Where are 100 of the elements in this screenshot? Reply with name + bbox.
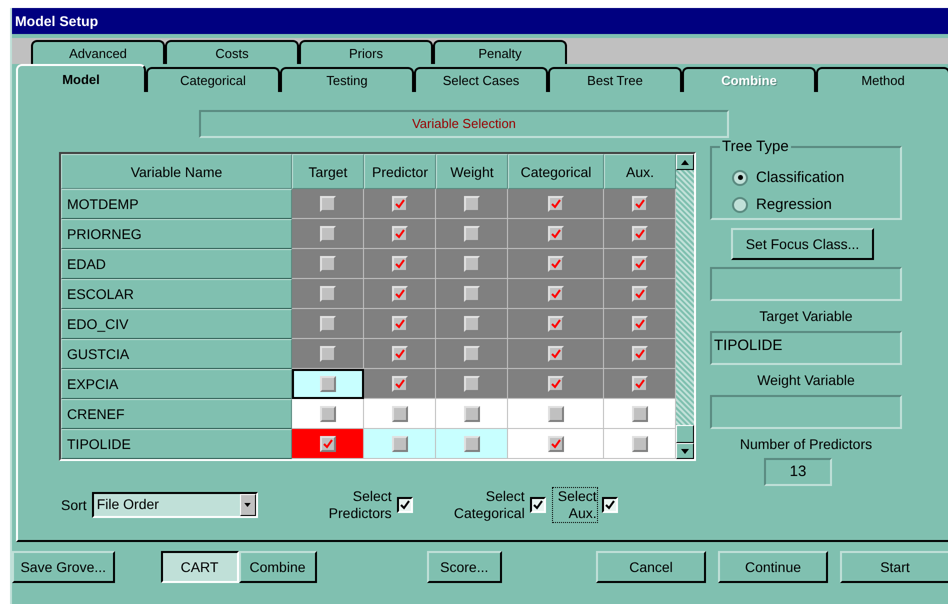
table-cell[interactable] xyxy=(436,339,508,369)
scroll-down-button[interactable] xyxy=(676,443,694,459)
table-cell[interactable] xyxy=(436,219,508,249)
field-label: Number of Predictors xyxy=(738,436,874,452)
table-cell[interactable] xyxy=(508,429,604,459)
table-cell[interactable] xyxy=(508,399,604,429)
table-cell[interactable] xyxy=(292,339,364,369)
table-cell[interactable] xyxy=(436,429,508,459)
table-cell[interactable] xyxy=(508,369,604,399)
table-cell[interactable] xyxy=(364,219,436,249)
action-button[interactable]: Continue xyxy=(718,551,828,583)
table-cell[interactable] xyxy=(604,339,676,369)
checkbox-label[interactable]: Select Aux. xyxy=(552,488,597,522)
mode-button[interactable]: Combine xyxy=(238,551,317,583)
table-cell[interactable] xyxy=(508,279,604,309)
input-field[interactable] xyxy=(710,267,902,301)
checkbox-label[interactable]: Select Predictors xyxy=(306,488,392,522)
table-cell[interactable] xyxy=(292,429,364,459)
table-cell[interactable] xyxy=(436,249,508,279)
tab[interactable]: Priors xyxy=(299,40,433,64)
column-header: Predictor xyxy=(364,154,436,189)
table-cell[interactable] xyxy=(604,399,676,429)
triangle-up-icon xyxy=(681,160,689,164)
table-cell[interactable] xyxy=(292,249,364,279)
table-cell: MOTDEMP xyxy=(61,189,292,219)
table-cell[interactable] xyxy=(292,219,364,249)
scroll-thumb[interactable] xyxy=(676,425,694,443)
table-cell[interactable] xyxy=(604,189,676,219)
checkbox[interactable] xyxy=(530,497,546,513)
field-label: Target Variable xyxy=(758,308,854,324)
scroll-up-button[interactable] xyxy=(676,154,694,170)
table-cell[interactable] xyxy=(604,369,676,399)
column-header: Weight xyxy=(436,154,508,189)
checkbox[interactable] xyxy=(396,497,413,513)
table-cell: TIPOLIDE xyxy=(61,429,292,459)
save-grove-button[interactable]: Save Grove... xyxy=(12,551,115,583)
tab[interactable]: Model xyxy=(16,64,146,92)
triangle-down-icon xyxy=(681,448,689,454)
tab[interactable]: Best Tree xyxy=(548,67,682,92)
set-focus-class-button[interactable]: Set Focus Class... xyxy=(731,228,874,260)
table-cell[interactable] xyxy=(604,249,676,279)
table-cell[interactable] xyxy=(604,219,676,249)
radio-button[interactable] xyxy=(732,170,748,186)
table-cell[interactable] xyxy=(508,309,604,339)
checkbox[interactable] xyxy=(602,497,618,513)
tab[interactable]: Select Cases xyxy=(414,67,548,92)
table-cell[interactable] xyxy=(604,309,676,339)
section-title: Variable Selection xyxy=(199,110,729,138)
table-cell: CRENEF xyxy=(61,399,292,429)
mode-button[interactable]: CART xyxy=(160,551,239,583)
table-cell[interactable] xyxy=(292,399,364,429)
input-field[interactable]: TIPOLIDE xyxy=(710,331,902,365)
radio-label[interactable]: Classification xyxy=(756,169,844,186)
sort-dropdown[interactable]: File Order xyxy=(92,492,258,518)
tab[interactable]: Costs xyxy=(165,40,299,64)
table-cell[interactable] xyxy=(292,309,364,339)
table-cell[interactable] xyxy=(436,279,508,309)
table-cell[interactable] xyxy=(604,279,676,309)
table-cell: EDO_CIV xyxy=(61,309,292,339)
table-cell[interactable] xyxy=(436,369,508,399)
action-button[interactable]: Cancel xyxy=(596,551,706,583)
tab[interactable]: Advanced xyxy=(31,40,165,64)
table-cell: ESCOLAR xyxy=(61,279,292,309)
column-header: Target xyxy=(292,154,364,189)
checkbox-label[interactable]: Select Categorical xyxy=(452,488,525,522)
tab[interactable]: Testing xyxy=(280,67,414,92)
radio-label[interactable]: Regression xyxy=(756,196,832,213)
table-cell: GUSTCIA xyxy=(61,339,292,369)
table-cell[interactable] xyxy=(508,339,604,369)
column-header: Variable Name xyxy=(61,154,292,189)
column-header: Aux. xyxy=(604,154,676,189)
table-cell[interactable] xyxy=(364,429,436,459)
tab[interactable]: Categorical xyxy=(146,67,280,92)
table-cell[interactable] xyxy=(508,189,604,219)
score-button[interactable]: Score... xyxy=(426,551,502,583)
table-cell[interactable] xyxy=(364,309,436,339)
table-cell[interactable] xyxy=(292,369,364,399)
table-cell[interactable] xyxy=(364,369,436,399)
table-cell[interactable] xyxy=(508,219,604,249)
table-cell[interactable] xyxy=(508,249,604,279)
column-header: Categorical xyxy=(508,154,604,189)
input-field[interactable] xyxy=(710,395,902,429)
table-cell[interactable] xyxy=(364,249,436,279)
window-title: Model Setup xyxy=(12,8,948,34)
scrollbar[interactable] xyxy=(676,154,694,459)
table-cell[interactable] xyxy=(364,339,436,369)
radio-button[interactable] xyxy=(732,196,748,212)
table-cell[interactable] xyxy=(604,429,676,459)
table-cell[interactable] xyxy=(292,189,364,219)
tab[interactable]: Method xyxy=(816,67,948,92)
table-cell[interactable] xyxy=(364,279,436,309)
count-field: 13 xyxy=(764,458,832,486)
action-button[interactable]: Start xyxy=(840,551,948,583)
tab[interactable]: Penalty xyxy=(433,40,567,64)
table-cell[interactable] xyxy=(436,399,508,429)
table-cell[interactable] xyxy=(364,189,436,219)
table-cell[interactable] xyxy=(292,279,364,309)
table-cell[interactable] xyxy=(436,309,508,339)
table-cell[interactable] xyxy=(364,399,436,429)
table-cell[interactable] xyxy=(436,189,508,219)
